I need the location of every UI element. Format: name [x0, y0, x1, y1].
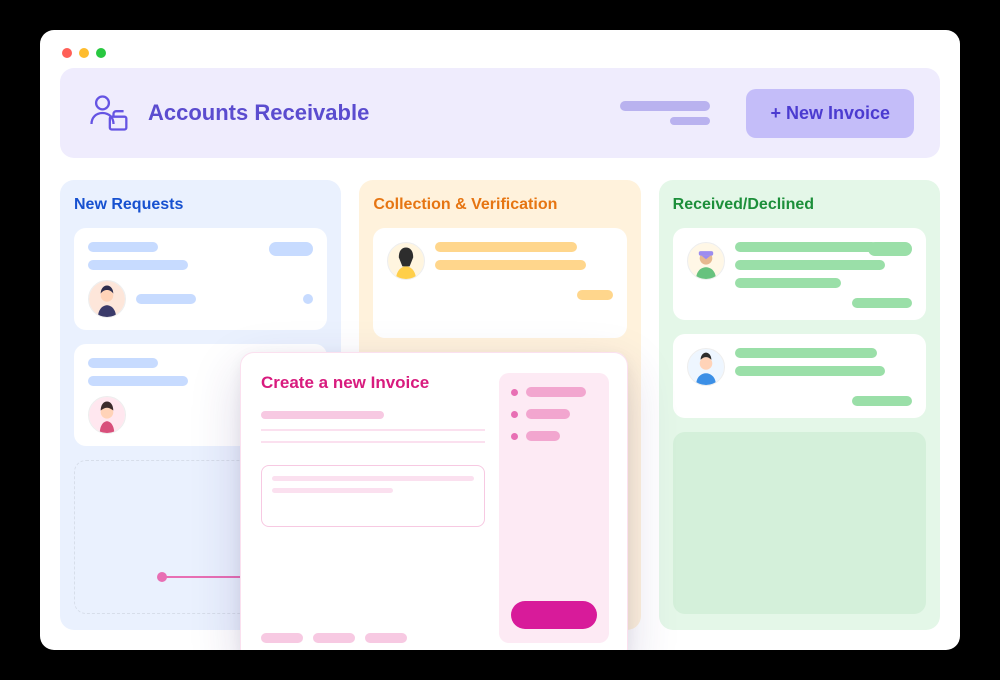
page-title: Accounts Receivable	[148, 100, 369, 126]
verification-card[interactable]	[373, 228, 626, 338]
invoice-description-input[interactable]	[261, 465, 485, 527]
modal-title: Create a new Invoice	[261, 373, 485, 393]
header-meta-placeholder	[620, 101, 710, 125]
app-window: Accounts Receivable + New Invoice New Re…	[40, 30, 960, 650]
modal-submit-button[interactable]	[511, 601, 597, 629]
received-card[interactable]	[673, 228, 926, 320]
accounts-receivable-icon	[86, 91, 130, 135]
avatar	[687, 242, 725, 280]
modal-option[interactable]	[511, 409, 597, 419]
column-received-declined: Received/Declined	[659, 180, 940, 630]
modal-footer	[261, 633, 485, 643]
modal-form-placeholder	[261, 411, 485, 443]
window-controls	[60, 44, 940, 68]
received-card[interactable]	[673, 334, 926, 418]
window-minimize-icon[interactable]	[79, 48, 89, 58]
avatar	[88, 396, 126, 434]
column-title: Received/Declined	[673, 196, 926, 214]
empty-slot	[673, 432, 926, 614]
footer-action[interactable]	[365, 633, 407, 643]
window-maximize-icon[interactable]	[96, 48, 106, 58]
avatar	[687, 348, 725, 386]
new-invoice-button[interactable]: + New Invoice	[746, 89, 914, 138]
column-title: New Requests	[74, 196, 327, 214]
footer-action[interactable]	[261, 633, 303, 643]
avatar	[88, 280, 126, 318]
page-header: Accounts Receivable + New Invoice	[60, 68, 940, 158]
connector-line	[162, 576, 242, 578]
modal-option[interactable]	[511, 431, 597, 441]
request-card[interactable]	[74, 228, 327, 330]
window-close-icon[interactable]	[62, 48, 72, 58]
modal-sidebar	[499, 373, 609, 643]
create-invoice-modal: Create a new Invoice	[240, 352, 628, 650]
column-title: Collection & Verification	[373, 196, 626, 214]
footer-action[interactable]	[313, 633, 355, 643]
modal-option[interactable]	[511, 387, 597, 397]
avatar	[387, 242, 425, 280]
